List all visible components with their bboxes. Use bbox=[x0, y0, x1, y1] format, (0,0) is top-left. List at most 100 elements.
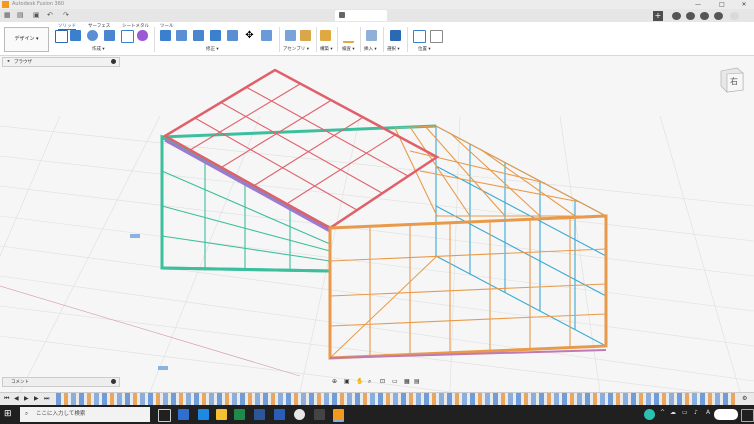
select-icon[interactable] bbox=[390, 30, 401, 41]
form-icon[interactable] bbox=[137, 30, 148, 41]
tab-tools[interactable]: ツール bbox=[160, 23, 174, 29]
timeline-settings-icon[interactable]: ⚙ bbox=[742, 395, 747, 402]
origin-marker-icon bbox=[158, 366, 168, 370]
tray-arrow-icon[interactable]: ^ bbox=[660, 409, 665, 416]
windows-start-icon[interactable]: ⊞ bbox=[4, 409, 14, 419]
clock[interactable] bbox=[714, 409, 738, 420]
offset-plane-icon[interactable] bbox=[320, 30, 331, 41]
ime-indicator[interactable]: A bbox=[706, 409, 710, 416]
grid-settings-icon[interactable]: ▦ bbox=[404, 378, 410, 385]
comments-panel[interactable]: コメント bbox=[2, 377, 120, 387]
browser-panel-header[interactable]: ◂ ブラウザ bbox=[2, 57, 120, 67]
orbit-icon[interactable]: ⊕ bbox=[332, 378, 337, 385]
excel-icon[interactable] bbox=[234, 409, 245, 420]
windows-taskbar: ⊞ ⌕ ここに入力して検索 ^ ☁ ▭ ♪ A bbox=[0, 405, 754, 424]
canvas-viewport[interactable] bbox=[0, 56, 754, 392]
joint-icon[interactable] bbox=[300, 30, 311, 41]
notification-tray-icon[interactable] bbox=[644, 409, 655, 420]
create-sketch-icon[interactable] bbox=[55, 30, 68, 43]
roof bbox=[162, 68, 440, 230]
chamfer-icon[interactable] bbox=[193, 30, 204, 41]
measure-icon[interactable] bbox=[343, 30, 354, 43]
network-icon[interactable]: ▭ bbox=[682, 409, 688, 416]
undo-icon[interactable]: ↶ bbox=[47, 11, 53, 20]
fillet-icon[interactable] bbox=[176, 30, 187, 41]
edge-new-icon[interactable] bbox=[198, 409, 209, 420]
revolve-icon[interactable] bbox=[87, 30, 98, 41]
shell-icon[interactable] bbox=[210, 30, 221, 41]
tab-solid[interactable]: ソリッド bbox=[58, 23, 76, 30]
chat-icon[interactable] bbox=[672, 12, 681, 20]
move-icon[interactable]: ✥ bbox=[244, 30, 255, 41]
cloud-icon[interactable]: ☁ bbox=[670, 409, 676, 416]
group-construct-label[interactable]: 構築 ▾ bbox=[320, 46, 333, 52]
new-tab-button[interactable]: + bbox=[653, 11, 663, 21]
tab-sheet-metal[interactable]: シートメタル bbox=[122, 23, 149, 29]
redo-icon[interactable]: ↷ bbox=[63, 11, 69, 20]
extrude-icon[interactable] bbox=[70, 30, 81, 41]
comments-label: コメント bbox=[11, 380, 29, 385]
timeline-play-icon[interactable]: ▶ bbox=[24, 395, 29, 402]
search-icon: ⌕ bbox=[25, 411, 29, 417]
x-axis-line bbox=[0, 285, 301, 377]
group-inspect-label[interactable]: 検査 ▾ bbox=[342, 46, 355, 52]
notifications-icon[interactable] bbox=[700, 12, 709, 20]
sweep-icon[interactable] bbox=[104, 30, 115, 41]
file-menu-icon[interactable]: ▤ bbox=[17, 11, 24, 20]
outlook-icon[interactable] bbox=[254, 409, 265, 420]
timeline-forward-icon[interactable]: ▶ bbox=[34, 395, 39, 402]
scale-icon[interactable] bbox=[261, 30, 272, 41]
minimize-button[interactable]: — bbox=[690, 0, 706, 9]
insert-image-icon[interactable] bbox=[366, 30, 377, 41]
comments-add-icon[interactable] bbox=[111, 379, 116, 384]
word-icon[interactable] bbox=[274, 409, 285, 420]
timeline-back-icon[interactable]: ◀ bbox=[14, 395, 19, 402]
close-button[interactable]: ✕ bbox=[736, 0, 752, 9]
chrome-icon[interactable] bbox=[294, 409, 305, 420]
action-center-icon[interactable] bbox=[741, 409, 754, 422]
look-at-icon[interactable]: ▣ bbox=[344, 378, 350, 385]
timeline-end-icon[interactable]: ⏭ bbox=[44, 395, 49, 403]
box-icon[interactable] bbox=[121, 30, 134, 43]
collapse-icon[interactable]: ◂ bbox=[7, 59, 9, 64]
app-icon[interactable] bbox=[314, 409, 325, 420]
zoom-icon[interactable]: ⌕ bbox=[368, 378, 371, 386]
explorer-icon[interactable] bbox=[216, 409, 227, 420]
job-status-icon[interactable] bbox=[686, 12, 695, 20]
viewports-icon[interactable]: ▤ bbox=[414, 378, 420, 385]
group-position-label[interactable]: 位置 ▾ bbox=[418, 46, 431, 52]
capture-position-icon[interactable] bbox=[430, 30, 443, 43]
workspace-switcher[interactable]: デザイン ▾ bbox=[4, 27, 49, 52]
press-pull-icon[interactable] bbox=[160, 30, 171, 41]
help-icon[interactable] bbox=[714, 12, 723, 20]
document-tab[interactable] bbox=[335, 10, 387, 21]
taskbar-search[interactable]: ⌕ ここに入力して検索 bbox=[20, 407, 150, 422]
group-create-label[interactable]: 作成 ▾ bbox=[92, 46, 105, 52]
volume-icon[interactable]: ♪ bbox=[694, 409, 698, 416]
ribbon: ソリッド サーフェス シートメタル ツール デザイン ▾ 作成 ▾ ✥ 修正 ▾… bbox=[0, 22, 754, 56]
tab-surface[interactable]: サーフェス bbox=[88, 23, 110, 29]
browser-pin-icon[interactable] bbox=[111, 59, 116, 64]
viewcube[interactable]: 右 bbox=[717, 64, 747, 94]
ribbon-separator bbox=[279, 27, 280, 52]
group-insert-label[interactable]: 挿入 ▾ bbox=[364, 46, 377, 52]
edge-icon[interactable] bbox=[178, 409, 189, 420]
save-icon[interactable]: ▣ bbox=[33, 11, 40, 20]
group-assemble-label[interactable]: アセンブリ ▾ bbox=[283, 46, 309, 52]
model-canvas[interactable] bbox=[0, 56, 754, 392]
combine-icon[interactable] bbox=[227, 30, 238, 41]
group-select-label[interactable]: 選択 ▾ bbox=[387, 46, 400, 52]
account-avatar[interactable] bbox=[730, 12, 739, 20]
task-view-icon[interactable] bbox=[158, 409, 171, 422]
new-component-icon[interactable] bbox=[285, 30, 296, 41]
data-panel-icon[interactable]: ▦ bbox=[4, 11, 11, 20]
align-icon[interactable] bbox=[413, 30, 426, 43]
timeline-start-icon[interactable]: ⏮ bbox=[4, 395, 9, 403]
maximize-button[interactable]: □ bbox=[714, 0, 730, 9]
group-modify-label[interactable]: 修正 ▾ bbox=[206, 46, 219, 52]
fusion-taskbar-icon[interactable] bbox=[333, 409, 344, 422]
pan-icon[interactable]: ✋ bbox=[356, 378, 363, 385]
roof-infill bbox=[189, 83, 409, 211]
fit-icon[interactable]: ⊡ bbox=[380, 378, 385, 385]
display-settings-icon[interactable]: ▭ bbox=[392, 378, 398, 385]
